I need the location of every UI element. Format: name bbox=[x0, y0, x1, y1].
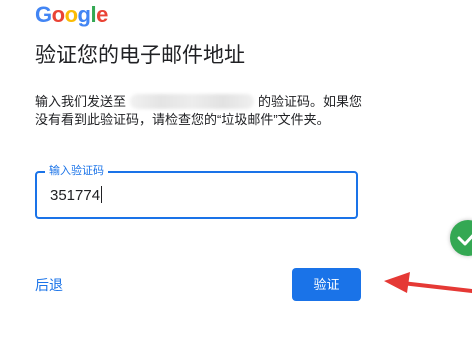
red-arrow-icon bbox=[384, 272, 472, 293]
verification-code-value: 351774 bbox=[50, 187, 101, 204]
verification-code-label: 输入验证码 bbox=[45, 164, 108, 178]
logo-letter: o bbox=[64, 2, 78, 27]
verification-code-field[interactable]: 输入验证码 351774 bbox=[35, 164, 358, 219]
verify-button[interactable]: 验证 bbox=[292, 268, 361, 301]
text-caret bbox=[101, 186, 103, 203]
google-logo: Google bbox=[35, 3, 108, 27]
verification-code-input[interactable]: 351774 bbox=[50, 186, 103, 205]
page-title: 验证您的电子邮件地址 bbox=[35, 44, 245, 67]
page-description: 输入我们发送至 的验证码。如果您没有看到此验证码，请检查您的“垃圾邮件”文件夹。 bbox=[35, 93, 365, 129]
check-icon bbox=[457, 234, 472, 246]
success-check-badge bbox=[450, 220, 472, 256]
logo-letter: G bbox=[35, 2, 52, 27]
logo-letter: e bbox=[96, 2, 108, 27]
redacted-email bbox=[130, 94, 255, 109]
back-button[interactable]: 后退 bbox=[35, 276, 63, 294]
logo-letter: o bbox=[51, 2, 65, 27]
description-prefix: 输入我们发送至 bbox=[35, 94, 127, 109]
logo-letter: g bbox=[77, 2, 91, 27]
